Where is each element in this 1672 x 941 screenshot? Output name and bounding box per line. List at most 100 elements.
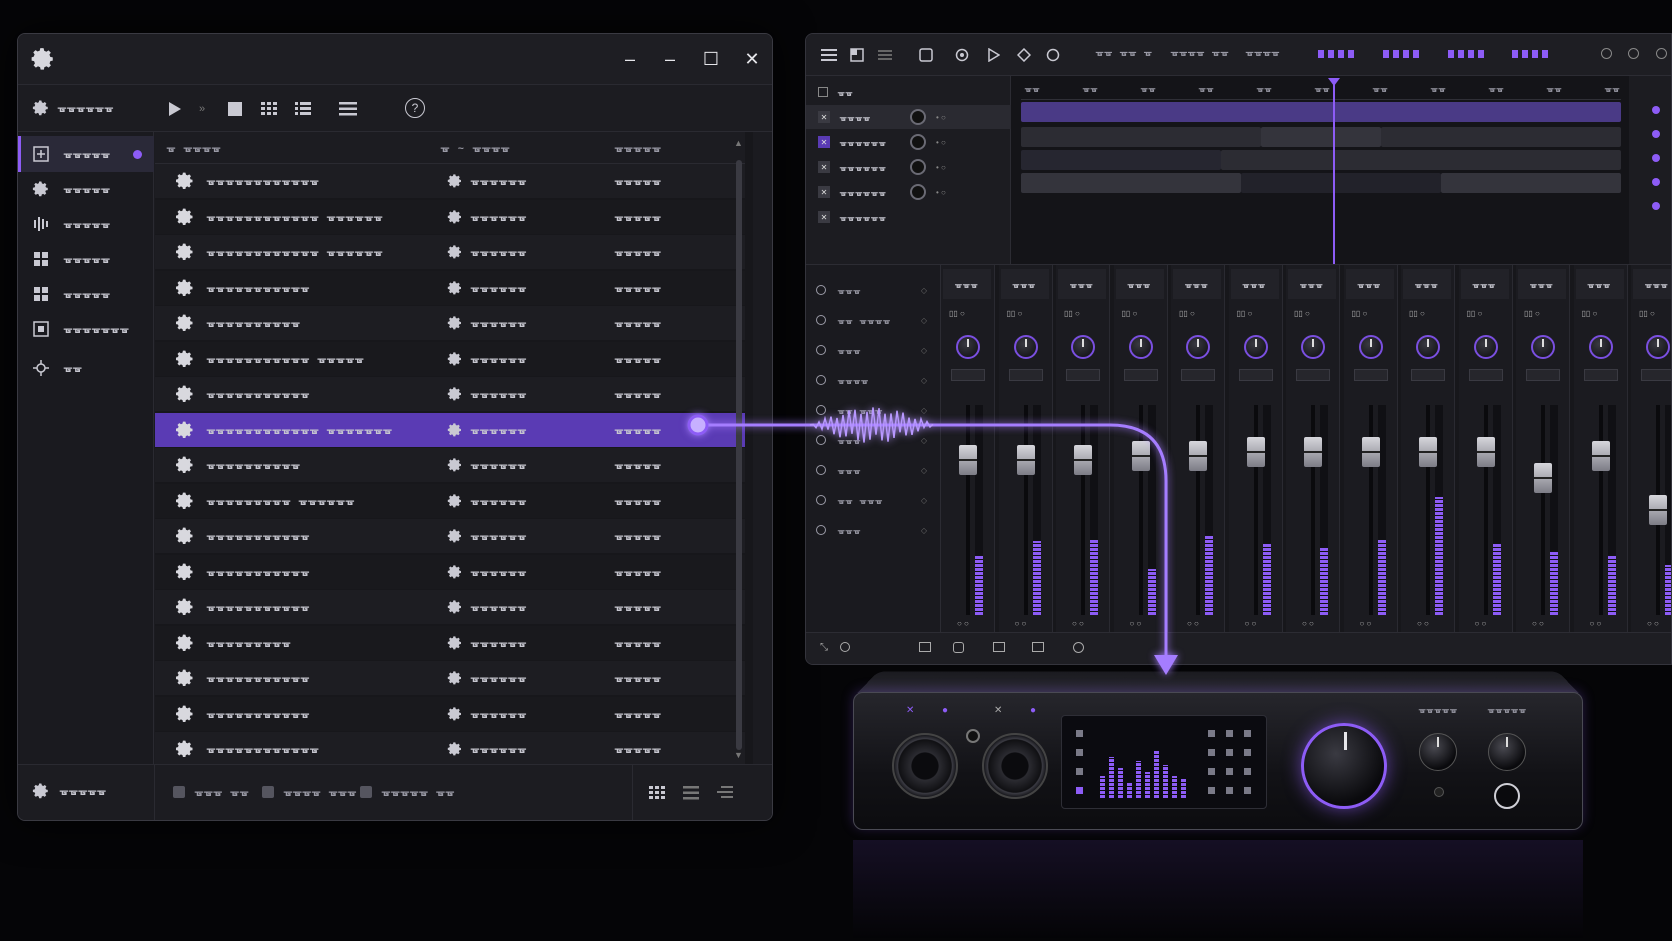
channel-routing-icon[interactable]: ▯▯ ○ [1582,309,1598,318]
minimize-icon[interactable]: – [617,46,643,72]
bus-item[interactable]: ᚗᚗᚗ ◇ [816,431,931,449]
pan-knob[interactable] [1589,335,1613,359]
gear-icon[interactable] [447,386,463,402]
grid-view-icon[interactable] [648,784,666,802]
bus-expand-icon[interactable]: ◇ [921,286,927,295]
gear-icon[interactable] [30,46,56,72]
checkbox[interactable] [262,786,274,798]
fader-track[interactable] [1139,405,1143,615]
app-menu[interactable]: ᚗᚗᚗᚗᚗᚗ [32,99,114,117]
bus-status-icon[interactable] [816,405,826,415]
bus-status-icon[interactable] [816,315,826,325]
track-mute-icon[interactable]: • ○ [936,188,946,197]
gain-knob[interactable] [1419,733,1457,771]
pan-knob[interactable] [1129,335,1153,359]
bus-item[interactable]: ᚗᚗ ᚗᚗᚗᚗ ◇ [816,311,931,329]
mute-solo-button[interactable] [1124,369,1158,381]
channel-footer-icon[interactable]: ○ ○ [1187,619,1199,628]
channel-footer-icon[interactable]: ○ ○ [1590,619,1602,628]
bus-item[interactable]: ᚗᚗᚗᚗ ◇ [816,371,931,389]
bus-item[interactable]: ᚗᚗᚗ ◇ [816,521,931,539]
combo-jack-1[interactable] [892,733,958,799]
fader-cap[interactable] [1419,437,1437,467]
channel-routing-icon[interactable]: ▯▯ ○ [1007,309,1023,318]
channel-routing-icon[interactable]: ▯▯ ○ [1467,309,1483,318]
bus-status-icon[interactable] [816,375,826,385]
channel-header[interactable]: ᚗᚗᚗ [1116,269,1164,299]
view-toggle-icon[interactable] [1628,48,1639,59]
bus-status-icon[interactable] [816,345,826,355]
transport-group-1[interactable]: ᚗᚗ ᚗᚗ ᚗ [1096,48,1153,58]
mode-indicator-1[interactable] [1318,50,1358,58]
table-row[interactable]: ᚗᚗᚗᚗᚗᚗᚗᚗᚗᚗᚗ ᚗᚗᚗᚗᚗᚗ ᚗᚗᚗᚗᚗ [155,590,745,624]
footer-filter-2[interactable]: ᚗᚗᚗᚗ ᚗᚗᚗ [262,786,357,798]
channel-footer-icon[interactable]: ○ ○ [1245,619,1257,628]
channel-routing-icon[interactable]: ▯▯ ○ [1524,309,1540,318]
gear-icon[interactable] [447,280,463,296]
channel-header[interactable]: ᚗᚗᚗ [1576,269,1624,299]
channel-routing-icon[interactable]: ▯▯ ○ [1122,309,1138,318]
table-row[interactable]: ᚗᚗᚗᚗᚗᚗᚗᚗᚗᚗᚗ ᚗᚗᚗᚗᚗᚗ ᚗᚗᚗᚗᚗ [155,271,745,305]
track-mute-icon[interactable]: • ○ [936,113,946,122]
header-value[interactable]: ᚗᚗᚗᚗᚗ [615,143,662,154]
sidebar-item-3[interactable]: ᚗᚗᚗᚗᚗ [18,206,154,242]
pan-knob[interactable] [1301,335,1325,359]
help-icon[interactable]: ? [405,98,425,118]
bus-item[interactable]: ᚗᚗᚗ ◇ [816,341,931,359]
mute-solo-button[interactable] [1354,369,1388,381]
bus-expand-icon[interactable]: ◇ [921,436,927,445]
fader-cap[interactable] [1649,495,1667,525]
clip[interactable] [1021,102,1621,122]
gear-icon[interactable] [447,493,463,509]
vertical-scrollbar[interactable]: ▲ ▼ [733,138,745,760]
channel-header[interactable]: ᚗᚗᚗ [1403,269,1451,299]
track-volume-knob[interactable] [910,134,926,150]
fader-track[interactable] [1599,405,1603,615]
channel-routing-icon[interactable]: ▯▯ ○ [1294,309,1310,318]
pan-knob[interactable] [956,335,980,359]
gear-icon[interactable] [447,351,463,367]
circle-icon[interactable] [1073,642,1084,653]
fader-cap[interactable] [1247,437,1265,467]
bus-item[interactable]: ᚗᚗ ᚗᚗᚗ ◇ [816,491,931,509]
header-status[interactable]: ᚗ ~ ᚗᚗᚗᚗ [441,143,511,154]
clip[interactable] [1381,127,1621,147]
metronome-icon[interactable] [1044,46,1062,64]
time-ruler[interactable]: ᚗᚗ ᚗᚗ ᚗᚗ ᚗᚗ ᚗᚗ ᚗᚗ ᚗᚗ ᚗᚗ ᚗᚗ ᚗᚗ ᚗᚗ [1021,76,1621,100]
track-mute-icon[interactable]: • ○ [936,163,946,172]
table-row[interactable]: ᚗᚗᚗᚗᚗᚗᚗᚗᚗᚗᚗᚗ ᚗᚗᚗᚗᚗᚗ ᚗᚗᚗᚗᚗᚗ ᚗᚗᚗᚗᚗ [155,200,745,234]
clip[interactable] [1241,173,1441,193]
channel-routing-icon[interactable]: ▯▯ ○ [949,309,965,318]
gear-icon[interactable] [447,315,463,331]
track-3[interactable]: ✕ ᚗᚗᚗᚗᚗᚗ • ○ [806,130,1011,154]
sidebar-item-2[interactable]: ᚗᚗᚗᚗᚗ [18,171,154,207]
table-row-selected[interactable]: ᚗᚗᚗᚗᚗᚗᚗᚗᚗᚗᚗᚗ ᚗᚗᚗᚗᚗᚗᚗ ᚗᚗᚗᚗᚗᚗ ᚗᚗᚗᚗᚗ [155,413,745,447]
gear-icon[interactable] [447,741,463,757]
fader-cap[interactable] [959,445,977,475]
pan-knob[interactable] [1416,335,1440,359]
fader-cap[interactable] [1362,437,1380,467]
monitor-knob[interactable] [1301,723,1387,809]
clip[interactable] [1021,150,1221,170]
clip[interactable] [1221,150,1621,170]
sidebar-item-6[interactable]: ᚗᚗᚗᚗᚗᚗᚗ [18,311,154,347]
mute-solo-button[interactable] [951,369,985,381]
sidebar-item-5[interactable]: ᚗᚗᚗᚗᚗ [18,276,154,312]
fader-track[interactable] [1541,405,1545,615]
pan-knob[interactable] [1244,335,1268,359]
header-name[interactable]: ᚗ ᚗᚗᚗᚗ [167,143,221,154]
fader-cap[interactable] [1132,441,1150,471]
bus-status-icon[interactable] [816,285,826,295]
table-row[interactable]: ᚗᚗᚗᚗᚗᚗᚗᚗᚗᚗᚗᚗ ᚗᚗᚗᚗᚗᚗ ᚗᚗᚗᚗᚗᚗ ᚗᚗᚗᚗᚗ [155,235,745,269]
channel-footer-icon[interactable]: ○ ○ [1302,619,1314,628]
channel-footer-icon[interactable]: ○ ○ [1475,619,1487,628]
bus-expand-icon[interactable]: ◇ [921,316,927,325]
channel-routing-icon[interactable]: ▯▯ ○ [1352,309,1368,318]
scroll-down-icon[interactable]: ▼ [734,750,743,760]
sync-icon[interactable] [840,642,850,652]
mute-solo-button[interactable] [1526,369,1560,381]
fader-cap[interactable] [1017,445,1035,475]
resize-icon[interactable]: ⤡ [820,642,828,653]
bus-expand-icon[interactable]: ◇ [921,526,927,535]
track-5[interactable]: ✕ ᚗᚗᚗᚗᚗᚗ • ○ [806,180,1011,204]
